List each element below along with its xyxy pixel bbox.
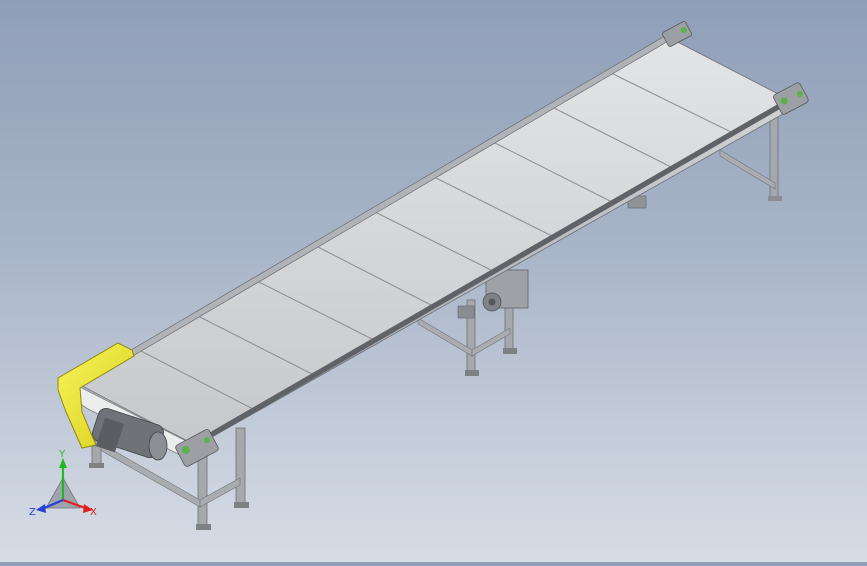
graphics-viewport[interactable]: Y X Z [0,0,867,562]
coordinate-triad[interactable]: Y X Z [29,449,97,518]
triad-y-label: Y [58,449,66,460]
model-canvas[interactable]: Y X Z [0,0,867,562]
triad-z-label: Z [29,507,36,518]
triad-x-label: X [90,507,97,518]
